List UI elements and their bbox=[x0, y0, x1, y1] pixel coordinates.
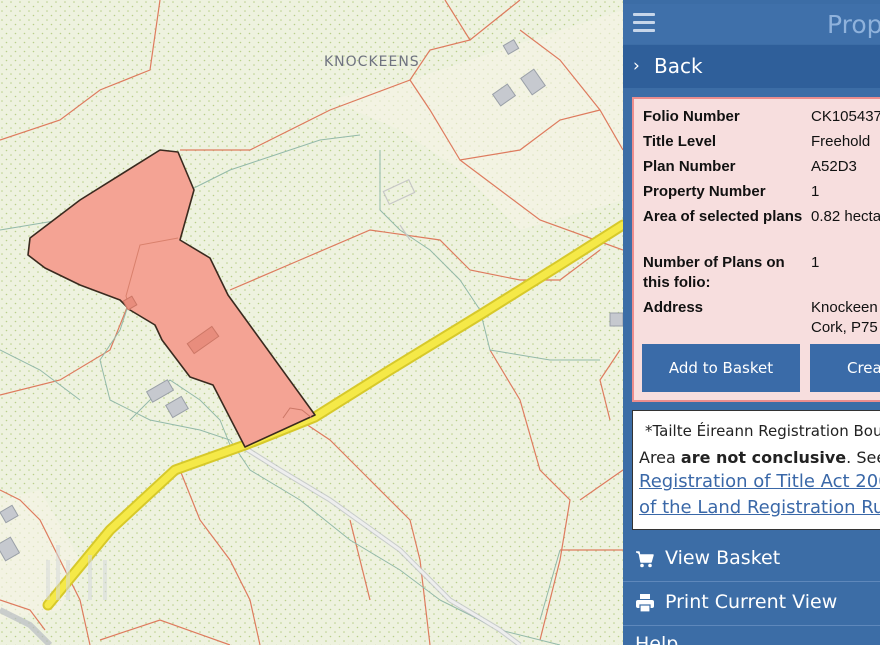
detail-value: 0.82 hecta bbox=[811, 208, 880, 225]
back-label: Back bbox=[654, 54, 703, 78]
create-button[interactable]: Crea bbox=[810, 344, 880, 392]
map-place-label: KNOCKEENS bbox=[324, 54, 420, 70]
land-registration-rules-link[interactable]: of the Land Registration Rule bbox=[639, 497, 880, 518]
print-current-view-button[interactable]: Print Current View bbox=[623, 582, 880, 624]
disclaimer-note: *Tailte Éireann Registration Boun Area a… bbox=[632, 410, 880, 530]
property-details-card: Folio Number CK105437 Title Level Freeho… bbox=[632, 97, 880, 402]
hamburger-menu-icon[interactable] bbox=[633, 13, 655, 32]
detail-value: Knockeen Cork, P75 bbox=[811, 299, 878, 336]
detail-key: Title Level bbox=[643, 133, 717, 150]
panel-title: Prop bbox=[827, 10, 880, 39]
help-label: Help bbox=[635, 633, 679, 645]
help-button[interactable]: Help bbox=[623, 626, 880, 645]
registration-act-link[interactable]: Registration of Title Act 2006 bbox=[639, 471, 880, 492]
disclaimer-line1: *Tailte Éireann Registration Boun bbox=[645, 422, 880, 440]
map-view[interactable]: KNOCKEENS bbox=[0, 0, 623, 645]
detail-value: Freehold bbox=[811, 133, 871, 150]
disclaimer-line2: Area are not conclusive. See Se bbox=[639, 447, 880, 468]
printer-icon bbox=[636, 594, 654, 613]
detail-key: Folio Number bbox=[643, 108, 740, 125]
property-panel: Prop › Back Folio Number CK105437 Title … bbox=[623, 0, 880, 645]
detail-value: A52D3 bbox=[811, 158, 857, 175]
detail-key: Plan Number bbox=[643, 158, 736, 175]
detail-value: 1 bbox=[811, 254, 820, 271]
detail-key: Area of selected plans bbox=[643, 208, 803, 225]
detail-value: CK105437 bbox=[811, 108, 880, 125]
map-canvas[interactable] bbox=[0, 0, 623, 645]
disclaimer-text: . See bbox=[846, 448, 880, 467]
view-basket-button[interactable]: View Basket bbox=[623, 538, 880, 580]
disclaimer-text: Area bbox=[639, 448, 681, 467]
detail-key: Property Number bbox=[643, 183, 766, 200]
panel-header: Prop bbox=[623, 4, 880, 44]
view-basket-label: View Basket bbox=[665, 547, 781, 569]
chevron-right-icon: › bbox=[633, 56, 640, 76]
detail-value: 1 bbox=[811, 183, 820, 200]
disclaimer-bold-text: are not conclusive bbox=[680, 448, 847, 467]
print-current-view-label: Print Current View bbox=[665, 591, 838, 613]
detail-key: Address bbox=[643, 299, 704, 316]
detail-key: Number of Plans on this folio: bbox=[643, 254, 785, 291]
add-to-basket-button[interactable]: Add to Basket bbox=[642, 344, 800, 392]
cart-icon bbox=[636, 551, 654, 568]
back-button[interactable]: › Back bbox=[623, 45, 880, 88]
